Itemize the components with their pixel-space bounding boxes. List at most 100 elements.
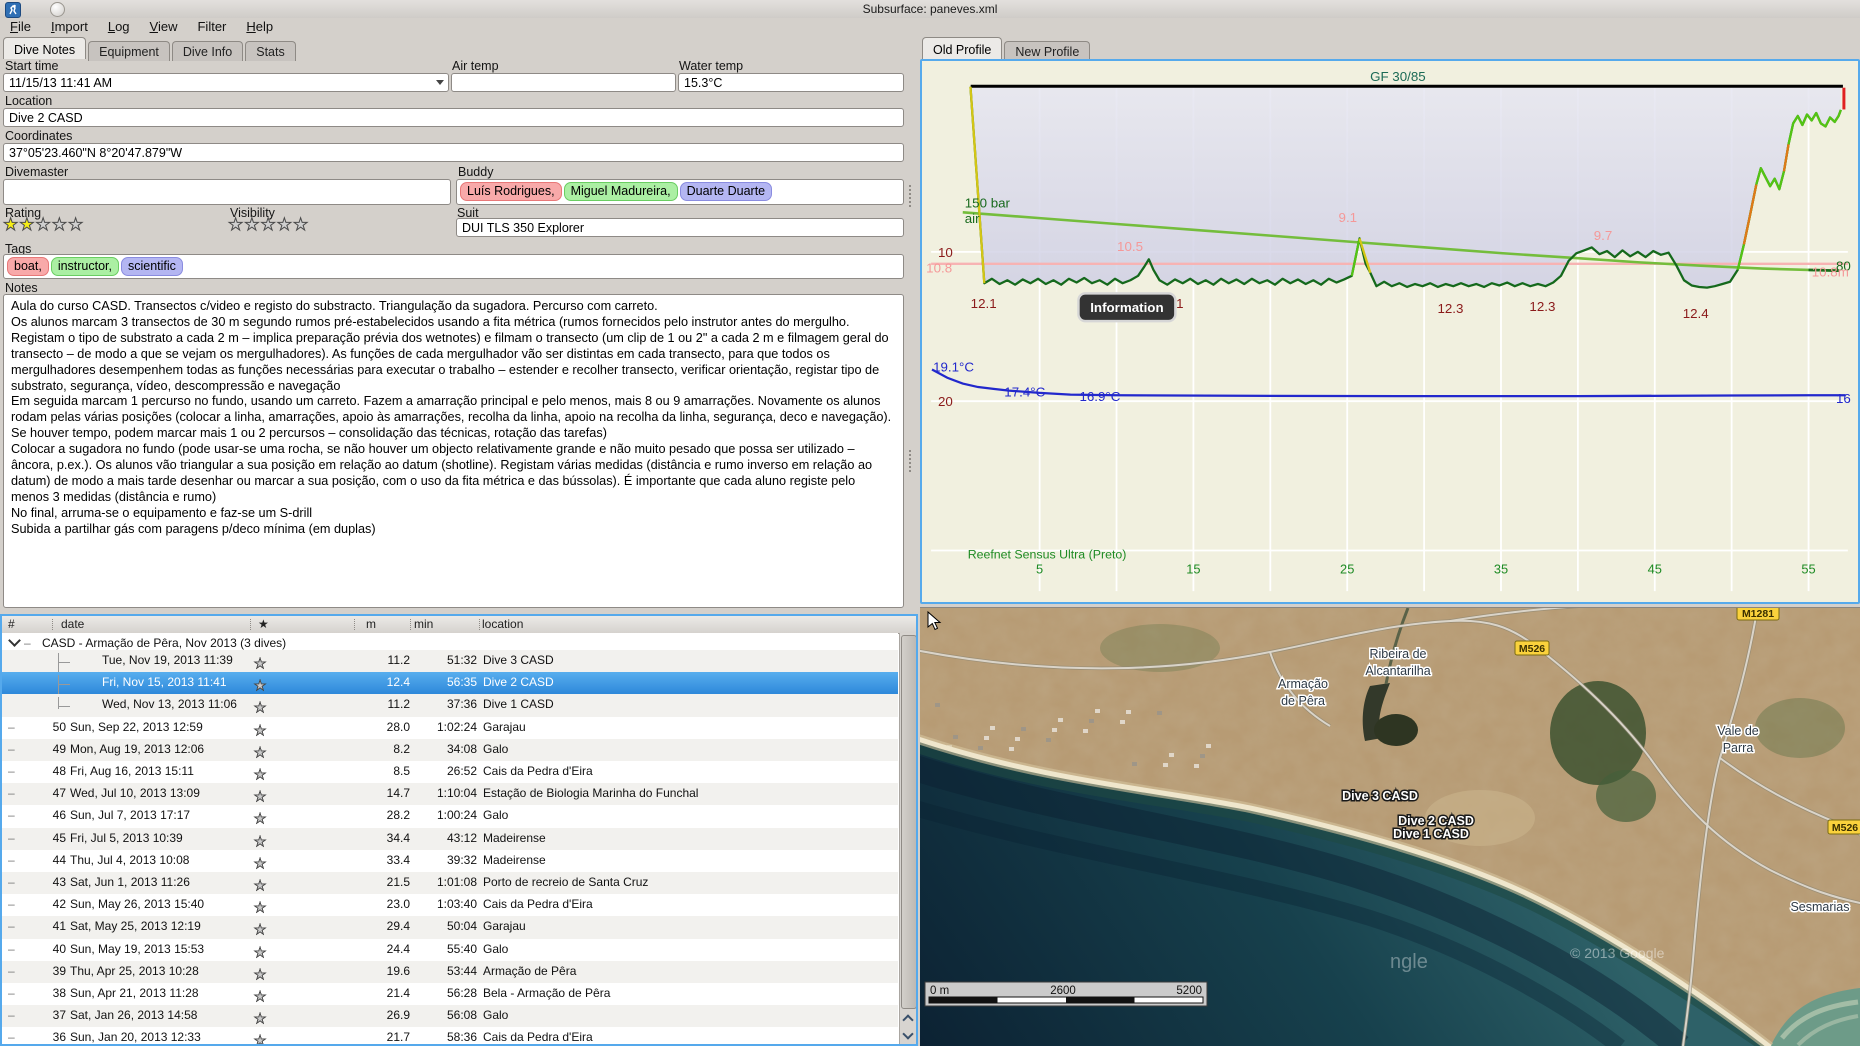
menu-item-filter[interactable]: Filter [187, 18, 236, 36]
scroll-down-button[interactable] [900, 1027, 916, 1044]
rating-stars[interactable]: ★★★★★ [2, 215, 84, 235]
scroll-up-button[interactable] [900, 1010, 916, 1027]
vertical-splitter[interactable] [909, 185, 915, 207]
star-icon[interactable]: ★ [19, 215, 35, 234]
dive-row[interactable]: –41 Sat, May 25, 2013 12:19 ★ ★ ★ ★ ★ 29.4 50:04… [2, 916, 898, 939]
menu-item-import[interactable]: Import [41, 18, 98, 36]
tab-dive-info[interactable]: Dive Info [171, 41, 244, 61]
star-icon[interactable]: ★ [67, 215, 84, 234]
buddy-input[interactable]: Luís Rodrigues, Miguel Madureira, Duarte D… [456, 179, 904, 205]
chip[interactable]: instructor, [50, 257, 119, 276]
star-icon[interactable]: ★ [254, 678, 268, 694]
column-header[interactable]: m [366, 617, 376, 631]
star-icon[interactable]: ★ [35, 215, 52, 234]
dive-list-scrollbar[interactable] [899, 633, 916, 1044]
column-header[interactable]: date [61, 617, 84, 631]
dive-site-map[interactable]: M526 M526 M1281 Armação de Pêra Ribeira de Alc… [913, 602, 1860, 1046]
star-icon[interactable]: ★ [2, 215, 19, 234]
dive-row[interactable]: –50 Sun, Sep 22, 2013 12:59 ★ ★ ★ ★ ★ 28.0 1:02:… [2, 716, 898, 739]
chip[interactable]: scientific [121, 257, 183, 276]
menu-item-file[interactable]: File [0, 18, 41, 36]
star-icon[interactable]: ★ [254, 656, 268, 672]
dive-row[interactable]: –37 Sat, Jan 26, 2013 14:58 ★ ★ ★ ★ ★ 26.9 56:08… [2, 1005, 898, 1028]
visibility-stars[interactable]: ★★★★★ [227, 215, 309, 235]
dive-row[interactable]: Tue, Nov 19, 2013 11:39 ★ ★ ★ ★ ★ 11.2 51:32 Div… [2, 650, 898, 676]
star-icon[interactable]: ★ [254, 700, 268, 716]
dive-row[interactable]: –49 Mon, Aug 19, 2013 12:06 ★ ★ ★ ★ ★ 8.2 34:08 G… [2, 738, 898, 761]
star-icon[interactable]: ★ [254, 744, 268, 760]
star-icon[interactable]: ★ [260, 215, 277, 234]
star-icon[interactable]: ★ [227, 215, 244, 234]
chip[interactable]: Duarte Duarte [679, 182, 773, 201]
dive-list[interactable]: # date ★ m min location – CASD - Armação de Pê… [0, 614, 918, 1046]
star-icon[interactable]: ★ [254, 878, 268, 894]
dive-row[interactable]: Fri, Nov 15, 2013 11:41 ★ ★ ★ ★ ★ 12.4 56:35 Div… [2, 672, 898, 698]
tab-stats[interactable]: Stats [245, 41, 296, 61]
dive-profile-chart[interactable]: 10.8 GF 30/85 10 20 150 bar air 80 10.5 9.1 9.7 10… [920, 59, 1860, 604]
star-icon[interactable]: ★ [254, 922, 268, 938]
menu-item-log[interactable]: Log [98, 18, 140, 36]
column-header[interactable]: ★ [258, 617, 269, 631]
scrollbar-thumb[interactable] [901, 635, 916, 1009]
dive-row[interactable]: –46 Sun, Jul 7, 2013 17:17 ★ ★ ★ ★ ★ 28.2 1:00:2… [2, 805, 898, 828]
svg-text:12.1: 12.1 [971, 296, 997, 311]
suit-input[interactable] [456, 218, 904, 237]
dive-row[interactable]: –38 Sun, Apr 21, 2013 11:28 ★ ★ ★ ★ ★ 21.4 56:28… [2, 983, 898, 1006]
star-icon[interactable]: ★ [244, 215, 260, 234]
star-icon[interactable]: ★ [254, 989, 268, 1005]
star-icon[interactable]: ★ [254, 944, 268, 960]
tab-new-profile[interactable]: New Profile [1004, 41, 1091, 61]
notes-input[interactable]: Aula do curso CASD. Transectos c/video e… [3, 294, 904, 608]
star-icon[interactable]: ★ [254, 1033, 268, 1044]
dive-row[interactable]: Wed, Nov 13, 2013 11:06 ★ ★ ★ ★ ★ 11.2 37:36 Div… [2, 694, 898, 717]
star-icon[interactable]: ★ [51, 215, 68, 234]
dive-row[interactable]: –42 Sun, May 26, 2013 15:40 ★ ★ ★ ★ ★ 23.0 1:03:… [2, 894, 898, 917]
star-icon[interactable]: ★ [292, 215, 309, 234]
column-header[interactable]: # [8, 617, 15, 631]
start-time-combo[interactable] [3, 73, 449, 92]
dive-row[interactable]: –39 Thu, Apr 25, 2013 10:28 ★ ★ ★ ★ ★ 19.6 53:44… [2, 960, 898, 983]
start-time-input[interactable] [3, 73, 449, 92]
chip[interactable]: Luís Rodrigues, [460, 182, 562, 201]
column-header[interactable]: location [482, 617, 523, 631]
star-icon[interactable]: ★ [254, 722, 268, 738]
location-input[interactable] [3, 108, 904, 127]
dive-row[interactable]: –45 Fri, Jul 5, 2013 10:39 ★ ★ ★ ★ ★ 34.4 43:12 M… [2, 827, 898, 850]
chevron-down-icon[interactable] [435, 77, 445, 87]
tab-equipment[interactable]: Equipment [88, 41, 170, 61]
tab-old-profile[interactable]: Old Profile [922, 37, 1003, 59]
dive-row[interactable]: –36 Sun, Jan 20, 2013 12:33 ★ ★ ★ ★ ★ 21.7 58:36… [2, 1027, 898, 1044]
collapse-icon[interactable] [8, 634, 21, 647]
star-icon[interactable]: ★ [276, 215, 293, 234]
water-temp-input[interactable] [678, 73, 904, 92]
dive-row[interactable]: –43 Sat, Jun 1, 2013 11:26 ★ ★ ★ ★ ★ 21.5 1:01:0… [2, 872, 898, 895]
tab-dive-notes[interactable]: Dive Notes [3, 37, 87, 59]
column-header[interactable]: min [414, 617, 433, 631]
star-icon[interactable]: ★ [254, 1011, 268, 1027]
coordinates-input[interactable] [3, 143, 904, 162]
menu-item-help[interactable]: Help [236, 18, 283, 36]
chip[interactable]: Miguel Madureira, [563, 182, 678, 201]
title-bar[interactable]: Subsurface: paneves.xml [0, 0, 1860, 18]
menu-item-view[interactable]: View [140, 18, 188, 36]
dive-row[interactable]: –48 Fri, Aug 16, 2013 15:11 ★ ★ ★ ★ ★ 8.5 26:52 C… [2, 761, 898, 784]
menu-bar[interactable]: File Import Log View Filter Help [0, 18, 1860, 37]
star-icon[interactable]: ★ [254, 767, 268, 783]
tags-input[interactable]: boat, instructor, scientific [3, 254, 904, 279]
dive-duration: 1:02:24 [436, 719, 477, 734]
star-icon[interactable]: ★ [254, 811, 268, 827]
dive-list-header[interactable]: # date ★ m min location [2, 616, 916, 634]
chip[interactable]: boat, [7, 257, 49, 276]
dive-row[interactable]: –40 Sun, May 19, 2013 15:53 ★ ★ ★ ★ ★ 24.4 55:40… [2, 938, 898, 961]
star-icon[interactable]: ★ [254, 900, 268, 916]
vertical-splitter[interactable] [909, 450, 915, 472]
star-icon[interactable]: ★ [254, 855, 268, 871]
star-icon[interactable]: ★ [254, 833, 268, 849]
divemaster-input[interactable] [3, 179, 451, 205]
dive-duration: 43:12 [446, 830, 477, 845]
star-icon[interactable]: ★ [254, 966, 268, 982]
air-temp-input[interactable] [451, 73, 676, 92]
star-icon[interactable]: ★ [254, 789, 268, 805]
dive-row[interactable]: –47 Wed, Jul 10, 2013 13:09 ★ ★ ★ ★ ★ 14.7 1:10:… [2, 783, 898, 806]
dive-row[interactable]: –44 Thu, Jul 4, 2013 10:08 ★ ★ ★ ★ ★ 33.4 39:32 M… [2, 849, 898, 872]
